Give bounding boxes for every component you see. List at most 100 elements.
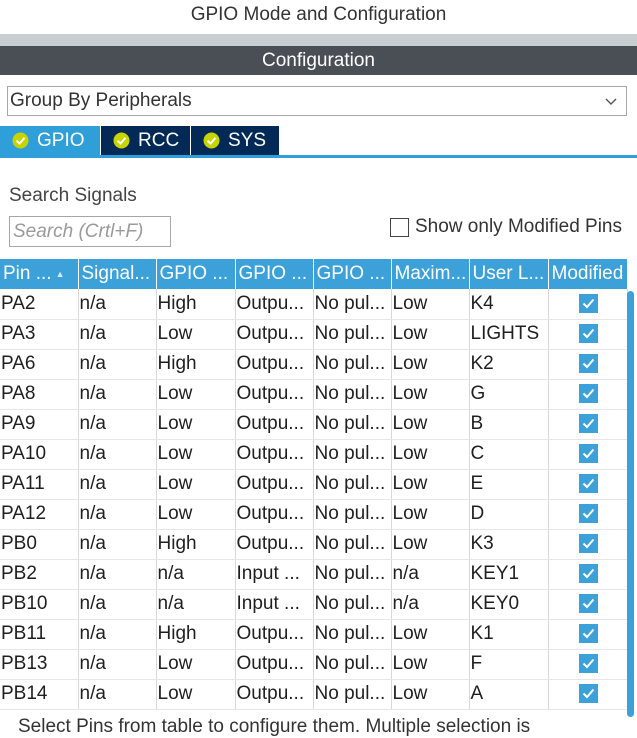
column-header-signal[interactable]: Signal... bbox=[78, 259, 157, 289]
table-header-row: Pin ... ▲ Signal... GPIO ... GPIO ... GPI… bbox=[0, 259, 628, 289]
cell-modified bbox=[548, 499, 628, 530]
cell-pull: No pul... bbox=[313, 469, 392, 500]
table-row[interactable]: PA6 n/a High Outpu... No pul... Low K2 bbox=[0, 349, 628, 380]
cell-pull: No pul... bbox=[313, 439, 392, 470]
table-row[interactable]: PB10 n/a n/a Input ... No pul... n/a KEY0 bbox=[0, 589, 628, 620]
tab-underline bbox=[0, 155, 637, 158]
cell-pin: PA10 bbox=[0, 439, 79, 470]
cell-label: B bbox=[469, 409, 549, 440]
cell-pin: PB11 bbox=[0, 619, 79, 650]
cell-speed: Low bbox=[391, 619, 470, 650]
checkbox-checked-icon[interactable] bbox=[578, 474, 598, 494]
table-row[interactable]: PA9 n/a Low Outpu... No pul... Low B bbox=[0, 409, 628, 440]
cell-signal: n/a bbox=[78, 679, 157, 710]
cell-modified bbox=[548, 379, 628, 410]
cell-pull: No pul... bbox=[313, 319, 392, 350]
cell-signal: n/a bbox=[78, 319, 157, 350]
cell-modified bbox=[548, 679, 628, 710]
cell-speed: n/a bbox=[391, 589, 470, 620]
cell-output-level: Low bbox=[156, 379, 236, 410]
column-header-max-speed[interactable]: Maxim... bbox=[391, 259, 470, 289]
cell-signal: n/a bbox=[78, 529, 157, 560]
footer-hint: Select Pins from table to configure them… bbox=[18, 716, 531, 737]
checkbox-checked-icon[interactable] bbox=[578, 654, 598, 674]
peripheral-tabs: GPIO RCC SYS bbox=[0, 126, 637, 158]
search-input[interactable] bbox=[9, 216, 171, 247]
cell-mode: Outpu... bbox=[235, 619, 314, 650]
cell-pull: No pul... bbox=[313, 529, 392, 560]
cell-speed: Low bbox=[391, 409, 470, 440]
cell-signal: n/a bbox=[78, 409, 157, 440]
cell-pull: No pul... bbox=[313, 679, 392, 710]
show-modified-checkbox[interactable] bbox=[390, 218, 409, 237]
column-header-pull[interactable]: GPIO ... bbox=[313, 259, 392, 289]
cell-signal: n/a bbox=[78, 499, 157, 530]
cell-pin: PA11 bbox=[0, 469, 79, 500]
checkbox-checked-icon[interactable] bbox=[578, 534, 598, 554]
checkbox-checked-icon[interactable] bbox=[578, 414, 598, 434]
cell-output-level: Low bbox=[156, 649, 236, 680]
vertical-scrollbar[interactable] bbox=[627, 291, 634, 717]
checkbox-checked-icon[interactable] bbox=[578, 684, 598, 704]
table-row[interactable]: PB14 n/a Low Outpu... No pul... Low A bbox=[0, 679, 628, 710]
cell-modified bbox=[548, 529, 628, 560]
cell-signal: n/a bbox=[78, 559, 157, 590]
column-header-mode[interactable]: GPIO ... bbox=[235, 259, 314, 289]
table-row[interactable]: PB11 n/a High Outpu... No pul... Low K1 bbox=[0, 619, 628, 650]
cell-speed: Low bbox=[391, 349, 470, 380]
cell-pull: No pul... bbox=[313, 289, 392, 320]
tab-sys[interactable]: SYS bbox=[191, 126, 279, 155]
checkbox-checked-icon[interactable] bbox=[578, 294, 598, 314]
cell-pin: PA9 bbox=[0, 409, 79, 440]
cell-signal: n/a bbox=[78, 439, 157, 470]
tab-rcc-label: RCC bbox=[138, 130, 180, 151]
column-header-user-label[interactable]: User L... bbox=[469, 259, 549, 289]
table-row[interactable]: PA10 n/a Low Outpu... No pul... Low C bbox=[0, 439, 628, 470]
cell-pull: No pul... bbox=[313, 349, 392, 380]
checkbox-checked-icon[interactable] bbox=[578, 624, 598, 644]
cell-label: K4 bbox=[469, 289, 549, 320]
table-row[interactable]: PA11 n/a Low Outpu... No pul... Low E bbox=[0, 469, 628, 500]
checkbox-checked-icon[interactable] bbox=[578, 324, 598, 344]
table-row[interactable]: PB2 n/a n/a Input ... No pul... n/a KEY1 bbox=[0, 559, 628, 590]
group-by-dropdown[interactable]: Group By Peripherals bbox=[7, 86, 627, 116]
column-header-modified[interactable]: Modified bbox=[548, 259, 628, 289]
separator-bar bbox=[0, 34, 637, 46]
cell-speed: Low bbox=[391, 679, 470, 710]
cell-output-level: Low bbox=[156, 499, 236, 530]
cell-mode: Input ... bbox=[235, 559, 314, 590]
checkbox-checked-icon[interactable] bbox=[578, 354, 598, 374]
pin-table: Pin ... ▲ Signal... GPIO ... GPIO ... GPI… bbox=[0, 259, 628, 710]
table-row[interactable]: PA12 n/a Low Outpu... No pul... Low D bbox=[0, 499, 628, 530]
checkbox-checked-icon[interactable] bbox=[578, 564, 598, 584]
cell-pin: PB10 bbox=[0, 589, 79, 620]
cell-label: KEY1 bbox=[469, 559, 549, 590]
checkbox-checked-icon[interactable] bbox=[578, 594, 598, 614]
cell-pull: No pul... bbox=[313, 499, 392, 530]
column-header-output-level[interactable]: GPIO ... bbox=[156, 259, 236, 289]
cell-label: F bbox=[469, 649, 549, 680]
cell-output-level: High bbox=[156, 529, 236, 560]
cell-modified bbox=[548, 319, 628, 350]
cell-mode: Outpu... bbox=[235, 499, 314, 530]
cell-output-level: Low bbox=[156, 319, 236, 350]
table-row[interactable]: PA3 n/a Low Outpu... No pul... Low LIGHTS bbox=[0, 319, 628, 350]
checkbox-checked-icon[interactable] bbox=[578, 504, 598, 524]
cell-pin: PA3 bbox=[0, 319, 79, 350]
table-row[interactable]: PA2 n/a High Outpu... No pul... Low K4 bbox=[0, 289, 628, 320]
tab-rcc[interactable]: RCC bbox=[101, 126, 190, 155]
cell-pull: No pul... bbox=[313, 409, 392, 440]
column-header-pin[interactable]: Pin ... ▲ bbox=[0, 259, 79, 289]
cell-output-level: Low bbox=[156, 439, 236, 470]
cell-label: LIGHTS bbox=[469, 319, 549, 350]
table-row[interactable]: PB0 n/a High Outpu... No pul... Low K3 bbox=[0, 529, 628, 560]
tab-gpio[interactable]: GPIO bbox=[0, 126, 100, 155]
cell-label: K1 bbox=[469, 619, 549, 650]
checkbox-checked-icon[interactable] bbox=[578, 444, 598, 464]
checkbox-checked-icon[interactable] bbox=[578, 384, 598, 404]
cell-pin: PB0 bbox=[0, 529, 79, 560]
table-row[interactable]: PB13 n/a Low Outpu... No pul... Low F bbox=[0, 649, 628, 680]
cell-mode: Outpu... bbox=[235, 319, 314, 350]
table-row[interactable]: PA8 n/a Low Outpu... No pul... Low G bbox=[0, 379, 628, 410]
cell-mode: Outpu... bbox=[235, 439, 314, 470]
